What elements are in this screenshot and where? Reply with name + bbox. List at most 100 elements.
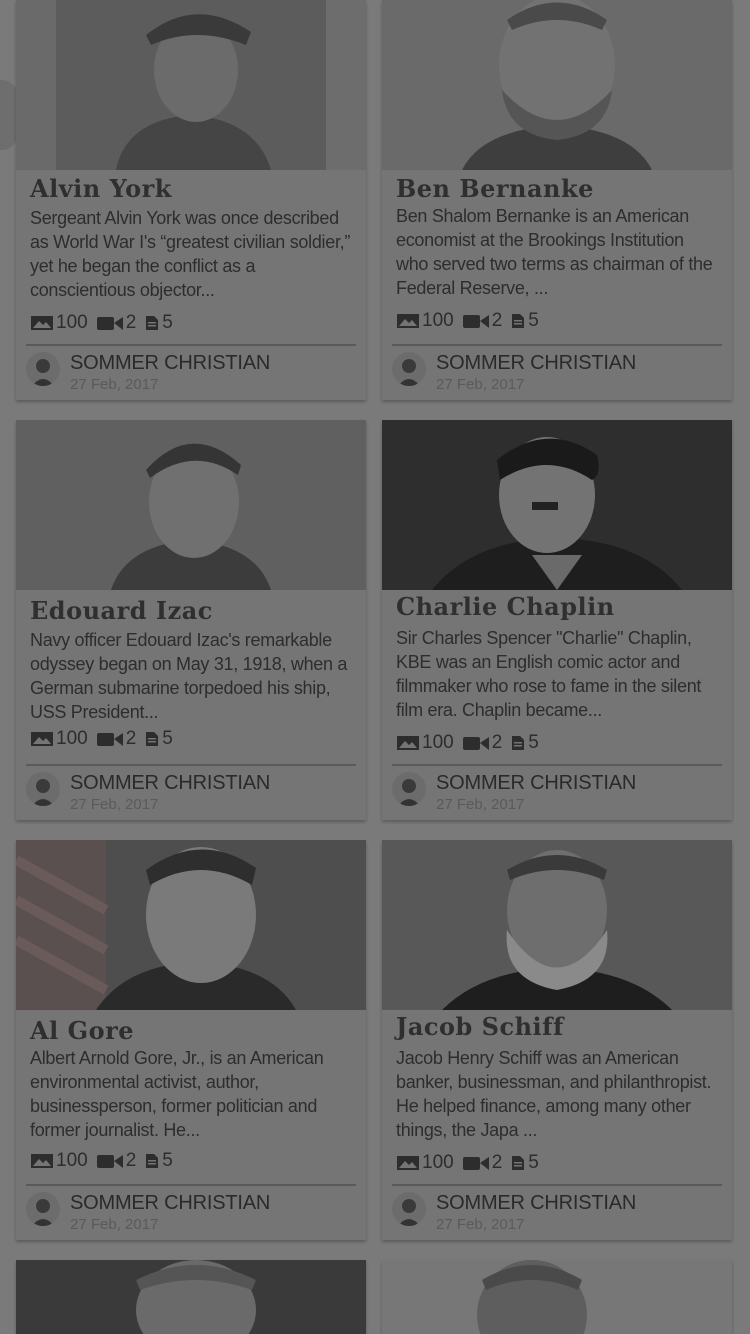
video-camera-icon [462, 1157, 489, 1170]
video-count-value: 2 [491, 310, 503, 331]
video-count: 2 [462, 732, 503, 754]
image-icon [397, 1156, 419, 1170]
author-block[interactable]: SOMMER CHRISTIAN 27 Feb, 2017 [26, 350, 356, 394]
divider [26, 344, 356, 346]
video-camera-icon [96, 1155, 123, 1168]
divider [392, 1184, 722, 1186]
document-count-value: 5 [528, 1152, 539, 1173]
video-camera-icon [462, 737, 489, 750]
person-card-partial[interactable] [382, 1260, 732, 1334]
image-icon [31, 732, 53, 746]
avatar [26, 352, 60, 386]
post-date: 27 Feb, 2017 [70, 1216, 159, 1233]
card-title[interactable]: Edouard Izac [30, 596, 213, 625]
person-card[interactable]: Ben Bernanke Ben Shalom Bernanke is an A… [382, 0, 732, 400]
image-count-value: 100 [56, 728, 88, 749]
card-title[interactable]: Ben Bernanke [396, 174, 594, 203]
card-stats: 100 2 5 [30, 312, 181, 334]
post-date: 27 Feb, 2017 [436, 376, 525, 393]
card-description: Albert Arnold Gore, Jr., is an American … [30, 1048, 324, 1140]
card-title[interactable]: Jacob Schiff [396, 1012, 564, 1041]
post-date: 27 Feb, 2017 [436, 1216, 525, 1233]
divider [26, 764, 356, 766]
person-card[interactable]: Edouard Izac Navy officer Edouard Izac's… [16, 420, 366, 820]
person-card[interactable]: Al Gore Albert Arnold Gore, Jr., is an A… [16, 840, 366, 1240]
video-count-value: 2 [491, 1152, 503, 1173]
author-name[interactable]: SOMMER CHRISTIAN [70, 1192, 270, 1215]
image-count: 100 [396, 310, 454, 332]
portrait-photo [16, 1260, 366, 1334]
image-count-value: 100 [422, 732, 454, 753]
image-count: 100 [396, 732, 454, 754]
card-title[interactable]: Alvin York [30, 174, 172, 203]
document-icon [512, 314, 525, 328]
card-title[interactable]: Charlie Chaplin [396, 592, 615, 621]
document-count-value: 5 [162, 1150, 173, 1171]
card-description: Sergeant Alvin York was once described a… [30, 208, 351, 300]
card-description: Navy officer Edouard Izac's remarkable o… [30, 630, 348, 722]
person-card[interactable]: Alvin York Sergeant Alvin York was once … [16, 0, 366, 400]
video-count-value: 2 [491, 732, 503, 753]
person-card-partial[interactable] [16, 1260, 366, 1334]
document-count: 5 [510, 732, 539, 754]
video-count: 2 [462, 1152, 503, 1174]
video-count-value: 2 [125, 728, 137, 749]
image-icon [31, 1154, 53, 1168]
person-card[interactable]: Jacob Schiff Jacob Henry Schiff was an A… [382, 840, 732, 1240]
card-stats: 100 2 5 [30, 1150, 181, 1172]
avatar [392, 352, 426, 386]
image-count: 100 [30, 1150, 88, 1172]
avatar [26, 1192, 60, 1226]
document-count-value: 5 [162, 728, 173, 749]
document-count: 5 [144, 312, 173, 334]
author-name[interactable]: SOMMER CHRISTIAN [70, 352, 270, 375]
document-count: 5 [510, 1152, 539, 1174]
card-title[interactable]: Al Gore [30, 1016, 134, 1045]
document-count-value: 5 [528, 732, 539, 753]
author-block[interactable]: SOMMER CHRISTIAN 27 Feb, 2017 [26, 770, 356, 814]
image-count: 100 [30, 312, 88, 334]
author-name[interactable]: SOMMER CHRISTIAN [436, 1192, 636, 1215]
author-name[interactable]: SOMMER CHRISTIAN [436, 352, 636, 375]
card-description: Ben Shalom Bernanke is an American econo… [396, 206, 713, 298]
image-count: 100 [396, 1152, 454, 1174]
card-grid: Alvin York Sergeant Alvin York was once … [0, 0, 750, 1334]
card-stats: 100 2 5 [396, 310, 547, 332]
image-icon [397, 314, 419, 328]
card-description: Sir Charles Spencer "Charlie" Chaplin, K… [396, 628, 702, 720]
portrait-photo [382, 420, 732, 590]
author-block[interactable]: SOMMER CHRISTIAN 27 Feb, 2017 [392, 1190, 722, 1234]
portrait-photo [382, 840, 732, 1010]
card-description: Jacob Henry Schiff was an American banke… [396, 1048, 712, 1140]
portrait-photo [382, 0, 732, 170]
video-count-value: 2 [125, 1150, 137, 1171]
document-count: 5 [510, 310, 539, 332]
avatar [392, 772, 426, 806]
document-icon [146, 316, 159, 330]
portrait-photo [16, 0, 366, 170]
divider [26, 1184, 356, 1186]
divider [392, 764, 722, 766]
image-count: 100 [30, 728, 88, 750]
document-count: 5 [144, 728, 173, 750]
post-date: 27 Feb, 2017 [436, 796, 525, 813]
video-count: 2 [96, 312, 137, 334]
post-date: 27 Feb, 2017 [70, 376, 159, 393]
author-name[interactable]: SOMMER CHRISTIAN [70, 772, 270, 795]
document-count-value: 5 [162, 312, 173, 333]
document-icon [146, 1154, 159, 1168]
video-count-value: 2 [125, 312, 137, 333]
portrait-photo [16, 840, 366, 1010]
author-block[interactable]: SOMMER CHRISTIAN 27 Feb, 2017 [392, 770, 722, 814]
person-card[interactable]: Charlie Chaplin Sir Charles Spencer "Cha… [382, 420, 732, 820]
document-count-value: 5 [528, 310, 539, 331]
author-block[interactable]: SOMMER CHRISTIAN 27 Feb, 2017 [26, 1190, 356, 1234]
author-block[interactable]: SOMMER CHRISTIAN 27 Feb, 2017 [392, 350, 722, 394]
author-name[interactable]: SOMMER CHRISTIAN [436, 772, 636, 795]
portrait-photo [16, 420, 366, 590]
document-icon [512, 1156, 525, 1170]
document-icon [146, 732, 159, 746]
card-stats: 100 2 5 [396, 732, 547, 754]
video-count: 2 [462, 310, 503, 332]
video-camera-icon [462, 315, 489, 328]
